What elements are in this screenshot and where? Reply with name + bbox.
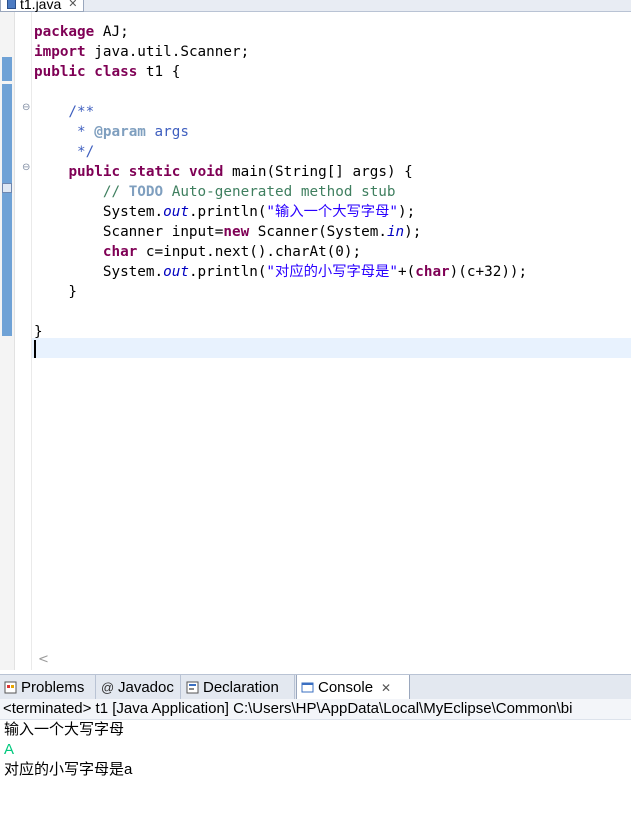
tab-declaration[interactable]: Declaration bbox=[182, 675, 295, 699]
close-icon[interactable]: ✕ bbox=[381, 681, 391, 695]
code-line: System.out.println("对应的小写字母是"+(char)(c+3… bbox=[34, 262, 527, 282]
code-editor[interactable]: ⊖ ⊖ package AJ; import java.util.Scanner;… bbox=[0, 12, 631, 670]
console-process-label: <terminated> t1 [Java Application] C:\Us… bbox=[3, 700, 573, 717]
editor-tab-t1-java[interactable]: t1.java ✕ bbox=[0, 0, 85, 12]
code-line: import java.util.Scanner; bbox=[34, 42, 527, 62]
code-line: /** bbox=[34, 102, 527, 122]
code-token: ); bbox=[398, 204, 416, 220]
code-token: package bbox=[34, 24, 95, 40]
code-token: java.util.Scanner; bbox=[85, 44, 250, 60]
tab-problems[interactable]: Problems bbox=[0, 675, 96, 699]
code-token: import bbox=[34, 44, 86, 60]
code-token: ); bbox=[404, 224, 422, 240]
code-token: public bbox=[68, 164, 121, 180]
code-token: } bbox=[34, 324, 43, 340]
code-token: .println( bbox=[188, 204, 267, 220]
panel-tab-strip: Problems @ Javadoc Declaration Console ✕ bbox=[0, 674, 631, 700]
code-token: char bbox=[102, 244, 138, 260]
java-file-icon bbox=[7, 0, 16, 9]
tab-label: Problems bbox=[21, 678, 85, 696]
code-line: */ bbox=[34, 142, 527, 162]
code-line: } bbox=[34, 282, 527, 302]
editor-tab-strip: t1.java ✕ bbox=[0, 0, 631, 12]
code-token: main(String[] args) { bbox=[223, 164, 413, 180]
code-token: char bbox=[415, 264, 450, 280]
code-token: +( bbox=[398, 264, 416, 280]
code-line: package AJ; bbox=[34, 22, 527, 42]
code-token: System. bbox=[34, 204, 164, 220]
console-line: 对应的小写字母是a bbox=[4, 761, 133, 778]
tab-label: Declaration bbox=[203, 678, 279, 696]
tab-console[interactable]: Console ✕ bbox=[296, 675, 410, 700]
fold-collapse-icon[interactable]: ⊖ bbox=[22, 103, 30, 113]
javadoc-icon: @ bbox=[101, 679, 115, 695]
code-token: "输入一个大写字母" bbox=[266, 204, 399, 220]
code-token: System. bbox=[34, 264, 164, 280]
code-token: /** bbox=[34, 104, 95, 120]
code-token: } bbox=[34, 284, 78, 300]
code-line: * @param args bbox=[34, 122, 527, 142]
code-token: class bbox=[94, 64, 138, 80]
code-token: out bbox=[163, 264, 189, 280]
text-caret bbox=[34, 340, 36, 358]
source-code[interactable]: package AJ; import java.util.Scanner; publ… bbox=[34, 22, 527, 362]
task-marker-icon[interactable] bbox=[2, 183, 12, 193]
tab-label: Console bbox=[318, 679, 374, 696]
editor-tab-label: t1.java bbox=[20, 0, 62, 12]
code-token: */ bbox=[34, 144, 95, 160]
code-token: static bbox=[128, 164, 181, 180]
code-token: @param bbox=[94, 124, 146, 140]
code-line: // TODO Auto-generated method stub bbox=[34, 182, 527, 202]
code-token: * bbox=[34, 124, 95, 140]
change-marker bbox=[2, 57, 12, 81]
code-token: "对应的小写字母是" bbox=[266, 264, 399, 280]
code-token: // bbox=[34, 184, 129, 200]
code-token: t1 { bbox=[137, 64, 181, 80]
code-token: TODO bbox=[128, 184, 164, 200]
tab-javadoc[interactable]: @ Javadoc bbox=[97, 675, 181, 699]
code-token: Auto-generated method stub bbox=[163, 184, 396, 200]
change-ruler bbox=[0, 12, 15, 670]
fold-collapse-icon[interactable]: ⊖ bbox=[22, 163, 30, 173]
code-line: public static void main(String[] args) { bbox=[34, 162, 527, 182]
problems-icon bbox=[4, 681, 17, 693]
code-line: Scanner input=new Scanner(System.in); bbox=[34, 222, 527, 242]
code-token: .println( bbox=[188, 264, 267, 280]
code-token: Scanner input= bbox=[34, 224, 224, 240]
declaration-icon bbox=[186, 681, 199, 693]
code-line: char c=input.next().charAt(0); bbox=[34, 242, 527, 262]
code-token: void bbox=[188, 164, 224, 180]
code-token: AJ; bbox=[94, 24, 129, 40]
console-line: 输入一个大写字母 bbox=[4, 721, 125, 738]
code-token: args bbox=[145, 124, 189, 140]
code-token: new bbox=[223, 224, 250, 240]
code-token: Scanner(System. bbox=[249, 224, 387, 240]
horizontal-scrollbar[interactable]: < bbox=[32, 652, 631, 670]
console-output[interactable]: 输入一个大写字母 A 对应的小写字母是a bbox=[0, 720, 631, 827]
code-token: in bbox=[386, 224, 405, 240]
code-token: out bbox=[163, 204, 189, 220]
code-token: public bbox=[34, 64, 86, 80]
console-icon bbox=[301, 682, 314, 693]
code-line: System.out.println("输入一个大写字母"); bbox=[34, 202, 527, 222]
code-line: public class t1 { bbox=[34, 62, 527, 82]
tab-label: Javadoc bbox=[118, 678, 174, 696]
code-token: c=input.next().charAt(0); bbox=[137, 244, 362, 260]
code-token: )(c+32)); bbox=[449, 264, 528, 280]
console-process-header: <terminated> t1 [Java Application] C:\Us… bbox=[0, 699, 631, 720]
chevron-left-icon[interactable]: < bbox=[38, 652, 49, 667]
change-marker bbox=[2, 84, 12, 336]
code-line: } bbox=[34, 322, 527, 342]
close-icon[interactable]: ✕ bbox=[68, 0, 77, 9]
console-input-line: A bbox=[4, 741, 15, 758]
